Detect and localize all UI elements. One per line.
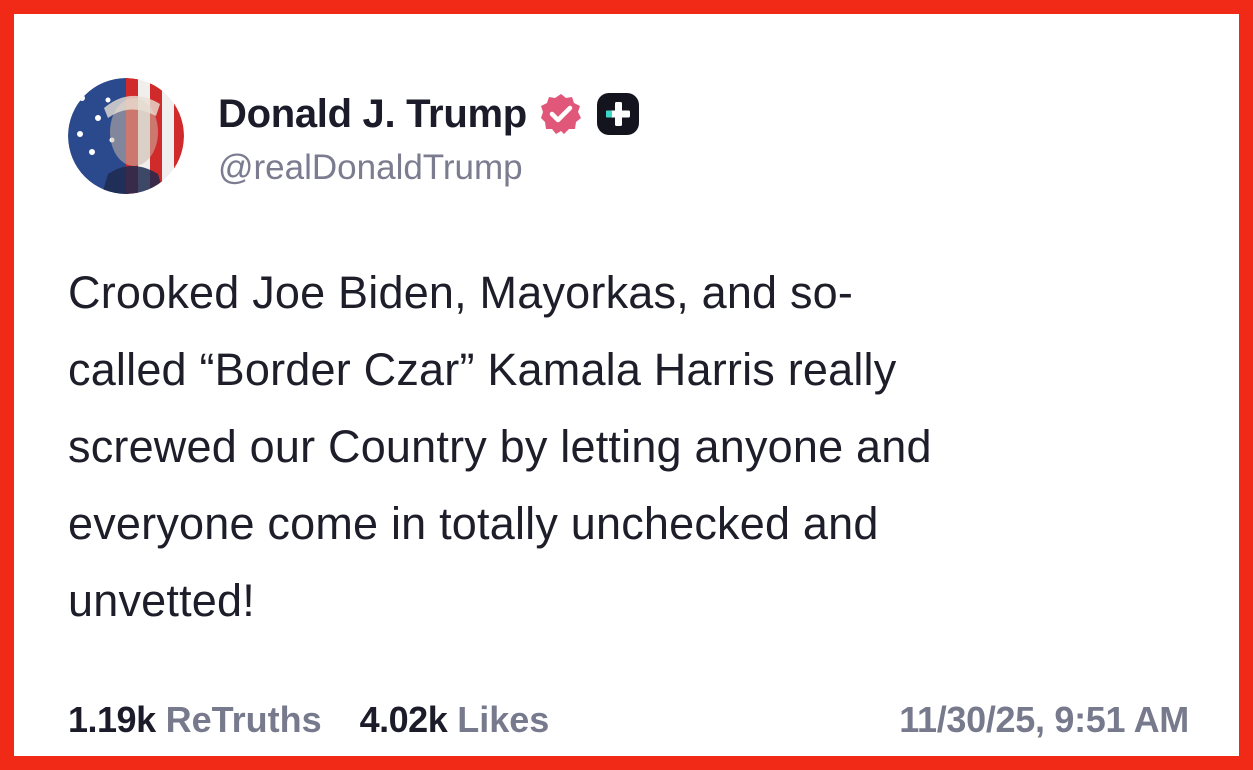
retruths-stat[interactable]: 1.19k ReTruths bbox=[68, 699, 322, 741]
retruths-count: 1.19k bbox=[68, 699, 156, 740]
retruths-label: ReTruths bbox=[165, 699, 322, 740]
post-body-line: everyone come in totally unchecked and bbox=[68, 498, 879, 549]
author-handle[interactable]: @realDonaldTrump bbox=[218, 148, 523, 188]
author-avatar[interactable] bbox=[68, 78, 184, 194]
author-name-row: Donald J. Trump bbox=[218, 86, 641, 142]
highlight-frame: Donald J. Trump @realDonaldTrump Crooked… bbox=[0, 0, 1253, 770]
post-body-line: unvetted! bbox=[68, 575, 255, 626]
post-timestamp[interactable]: 11/30/25, 9:51 AM bbox=[899, 699, 1189, 741]
flag-portrait-avatar bbox=[68, 78, 184, 194]
likes-label: Likes bbox=[457, 699, 550, 740]
plus-badge-icon bbox=[595, 91, 641, 137]
post-body-line: screwed our Country by letting anyone an… bbox=[68, 421, 932, 472]
likes-stat[interactable]: 4.02k Likes bbox=[360, 699, 550, 741]
likes-count: 4.02k bbox=[359, 699, 448, 740]
verified-badge-icon bbox=[539, 92, 583, 136]
author-display-name[interactable]: Donald J. Trump bbox=[218, 92, 527, 137]
post-body-line: Crooked Joe Biden, Mayorkas, and so- bbox=[68, 267, 854, 318]
post-footer: 1.19k ReTruths 4.02k Likes 11/30/25, 9:5… bbox=[68, 696, 1189, 744]
post-body-line: called “Border Czar” Kamala Harris reall… bbox=[68, 344, 897, 395]
post-body: Crooked Joe Biden, Mayorkas, and so- cal… bbox=[68, 254, 1198, 639]
post-card: Donald J. Trump @realDonaldTrump Crooked… bbox=[28, 28, 1225, 742]
